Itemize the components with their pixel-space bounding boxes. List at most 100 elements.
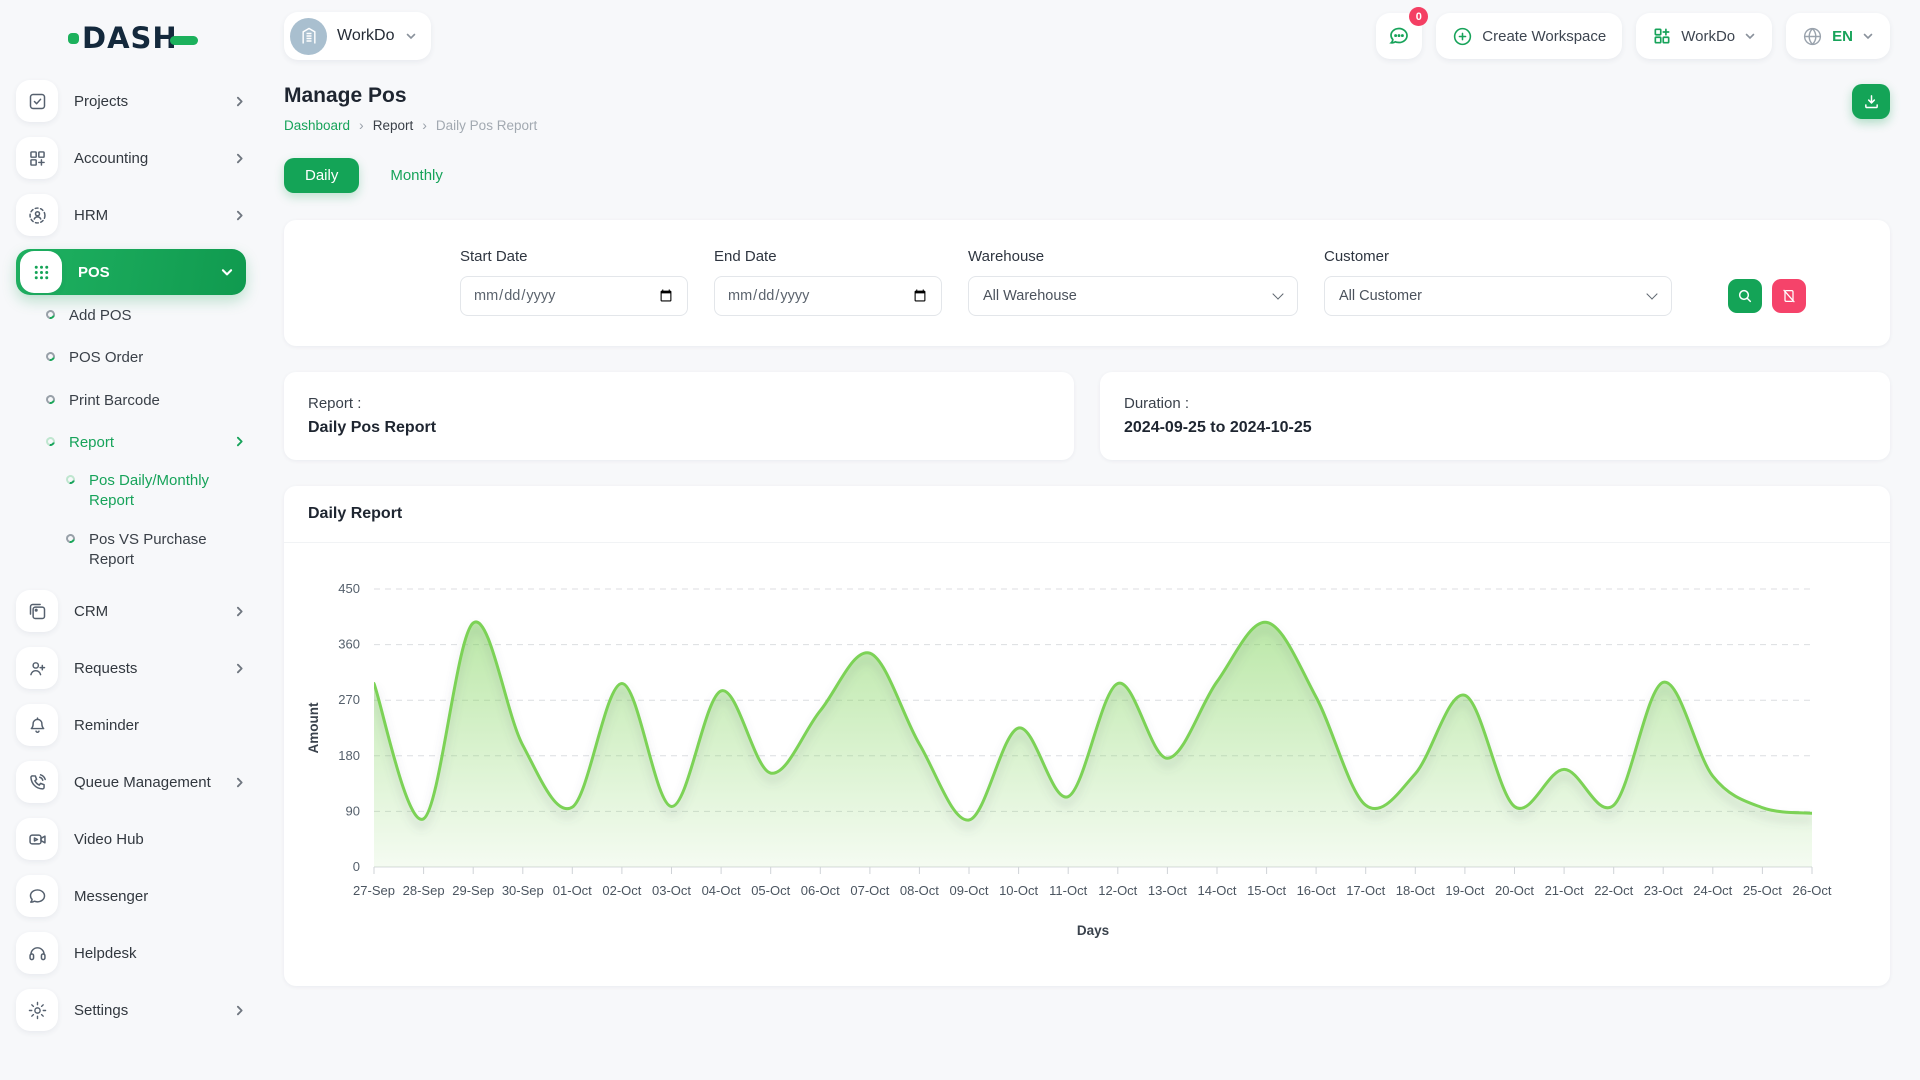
svg-text:27-Sep: 27-Sep: [353, 883, 395, 898]
warehouse-select[interactable]: All Warehouse: [968, 276, 1298, 316]
windows-icon: [16, 590, 58, 632]
breadcrumb-dashboard[interactable]: Dashboard: [284, 118, 350, 133]
app-menu-button[interactable]: WorkDo: [1636, 13, 1772, 59]
apps-grid-icon: [20, 251, 62, 293]
tab-daily[interactable]: Daily: [284, 158, 359, 193]
svg-text:Days: Days: [1077, 923, 1109, 938]
svg-text:09-Oct: 09-Oct: [949, 883, 988, 898]
sidebar-item-requests[interactable]: Requests: [16, 645, 246, 691]
svg-text:12-Oct: 12-Oct: [1098, 883, 1137, 898]
svg-text:19-Oct: 19-Oct: [1445, 883, 1484, 898]
chevron-right-icon: [233, 1004, 246, 1017]
bullet-icon: [64, 532, 76, 544]
sidebar-item-accounting[interactable]: Accounting: [16, 135, 246, 181]
breadcrumb-report[interactable]: Report: [373, 118, 414, 133]
svg-text:05-Oct: 05-Oct: [751, 883, 790, 898]
plus-circle-icon: [1452, 26, 1473, 47]
chat-bubble-icon: [1387, 24, 1411, 48]
filter-card: Start Date End Date Warehouse All Wareho…: [284, 220, 1890, 346]
create-workspace-label: Create Workspace: [1482, 28, 1606, 45]
logo-dash-icon: [170, 36, 198, 45]
reset-filter-button[interactable]: [1772, 279, 1806, 313]
svg-text:360: 360: [338, 637, 360, 652]
workspace-selector[interactable]: WorkDo: [284, 12, 431, 60]
svg-text:11-Oct: 11-Oct: [1049, 883, 1087, 898]
sidebar-item-add-pos[interactable]: Add POS: [46, 306, 246, 326]
logo-text: DASH: [82, 21, 178, 55]
end-date-input[interactable]: [714, 276, 942, 316]
tab-monthly[interactable]: Monthly: [369, 158, 464, 193]
dash-logo[interactable]: DASH: [16, 14, 246, 62]
customer-select[interactable]: All Customer: [1324, 276, 1672, 316]
sidebar-item-report[interactable]: Report: [46, 433, 246, 453]
download-report-button[interactable]: [1852, 84, 1890, 119]
end-date-label: End Date: [714, 248, 942, 265]
sidebar-item-queue-management[interactable]: Queue Management: [16, 759, 246, 805]
bullet-icon: [44, 308, 56, 320]
sidebar-item-messenger[interactable]: Messenger: [16, 873, 246, 919]
svg-text:15-Oct: 15-Oct: [1247, 883, 1286, 898]
phone-call-icon: [16, 761, 58, 803]
chevron-right-icon: [233, 605, 246, 618]
svg-text:28-Sep: 28-Sep: [403, 883, 445, 898]
filter-spacer: [310, 248, 434, 316]
svg-text:04-Oct: 04-Oct: [702, 883, 741, 898]
end-date-field: End Date: [714, 248, 942, 316]
globe-icon: [1802, 26, 1823, 47]
daily-report-chart-card: Daily Report 090180270360450 27-Sep28-Se…: [284, 486, 1890, 986]
sidebar-item-pos[interactable]: POS: [16, 249, 246, 295]
headset-icon: [16, 932, 58, 974]
svg-text:90: 90: [346, 803, 360, 818]
logo-dot-icon: [68, 33, 79, 44]
report-mode-tabs: Daily Monthly: [284, 158, 1890, 193]
report-value: Daily Pos Report: [308, 419, 1050, 437]
svg-text:14-Oct: 14-Oct: [1197, 883, 1236, 898]
summary-row: Report : Daily Pos Report Duration : 202…: [284, 372, 1890, 460]
breadcrumb-separator-icon: ›: [359, 117, 364, 133]
chevron-right-icon: [233, 152, 246, 165]
create-workspace-button[interactable]: Create Workspace: [1436, 13, 1622, 59]
filter-actions: [1728, 248, 1806, 316]
bullet-icon: [64, 473, 76, 485]
sidebar-item-settings[interactable]: Settings: [16, 987, 246, 1033]
svg-text:13-Oct: 13-Oct: [1148, 883, 1187, 898]
daily-report-area-chart: 090180270360450 27-Sep28-Sep29-Sep30-Sep…: [284, 543, 1890, 986]
topbar: WorkDo 0 Create Workspace: [260, 0, 1920, 62]
chart-title: Daily Report: [284, 486, 1890, 543]
sidebar-item-reminder[interactable]: Reminder: [16, 702, 246, 748]
messages-button[interactable]: 0: [1376, 13, 1422, 59]
video-camera-icon: [16, 818, 58, 860]
language-selector[interactable]: EN: [1786, 13, 1890, 59]
sidebar-item-hrm[interactable]: HRM: [16, 192, 246, 238]
sidebar-item-crm[interactable]: CRM: [16, 588, 246, 634]
svg-text:18-Oct: 18-Oct: [1396, 883, 1435, 898]
chevron-down-icon: [220, 265, 234, 279]
bullet-icon: [44, 351, 56, 363]
gear-icon: [16, 989, 58, 1031]
chevron-right-icon: [233, 95, 246, 108]
start-date-field: Start Date: [460, 248, 688, 316]
sidebar-item-helpdesk[interactable]: Helpdesk: [16, 930, 246, 976]
main-column: WorkDo 0 Create Workspace: [260, 0, 1920, 1080]
duration-label: Duration :: [1124, 395, 1866, 412]
breadcrumb-daily-pos-report: Daily Pos Report: [436, 118, 537, 133]
sidebar-item-print-barcode[interactable]: Print Barcode: [46, 391, 246, 411]
svg-text:20-Oct: 20-Oct: [1495, 883, 1534, 898]
sidebar-item-pos-daily-monthly-report[interactable]: Pos Daily/Monthly Report: [66, 471, 246, 512]
start-date-input[interactable]: [460, 276, 688, 316]
clear-filter-icon: [1781, 288, 1797, 304]
sidebar-item-pos-vs-purchase-report[interactable]: Pos VS Purchase Report: [66, 530, 246, 571]
svg-text:10-Oct: 10-Oct: [999, 883, 1038, 898]
sidebar-item-video-hub[interactable]: Video Hub: [16, 816, 246, 862]
bullet-icon: [44, 435, 56, 447]
apply-filter-button[interactable]: [1728, 279, 1762, 313]
svg-text:06-Oct: 06-Oct: [801, 883, 840, 898]
checkbox-icon: [16, 80, 58, 122]
svg-text:450: 450: [338, 581, 360, 596]
svg-text:08-Oct: 08-Oct: [900, 883, 939, 898]
download-icon: [1863, 93, 1880, 110]
sidebar-item-pos-order[interactable]: POS Order: [46, 348, 246, 368]
sidebar-item-projects[interactable]: Projects: [16, 78, 246, 124]
warehouse-select-wrap: All Warehouse: [968, 276, 1298, 316]
chevron-right-icon: [233, 209, 246, 222]
